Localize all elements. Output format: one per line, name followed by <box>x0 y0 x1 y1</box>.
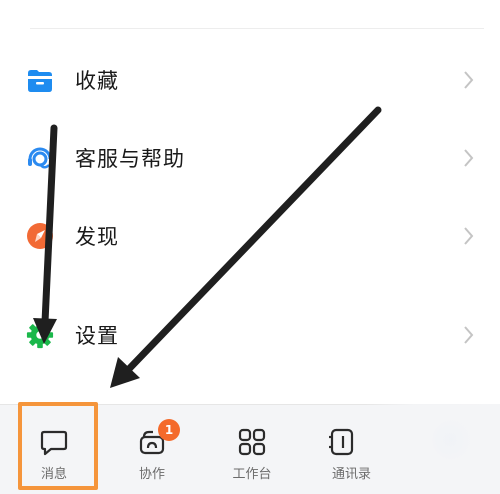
chevron-right-icon <box>464 149 474 167</box>
folder-icon <box>26 66 54 94</box>
menu-item-favorites[interactable]: 收藏 <box>0 50 500 110</box>
tab-contacts[interactable]: 通讯录 <box>312 405 372 494</box>
tab-workbench[interactable]: 工作台 <box>212 405 292 494</box>
blur-overlay <box>365 404 500 494</box>
highlight-box <box>18 402 98 490</box>
grid-icon <box>238 428 266 456</box>
compass-icon <box>26 222 54 250</box>
group-divider <box>0 276 500 290</box>
chevron-right-icon <box>464 71 474 89</box>
gear-icon <box>26 321 54 349</box>
tab-collaboration[interactable]: 协作 <box>112 405 192 494</box>
chevron-right-icon <box>464 326 474 344</box>
menu-label: 设置 <box>75 324 119 348</box>
headset-icon <box>26 144 54 172</box>
menu-item-settings[interactable]: 设置 <box>0 305 500 365</box>
tab-label: 协作 <box>138 467 165 482</box>
contacts-icon <box>329 428 354 456</box>
chevron-right-icon <box>464 227 474 245</box>
menu-item-discover[interactable]: 发现 <box>0 206 500 266</box>
tab-label: 工作台 <box>232 467 272 482</box>
menu-label: 客服与帮助 <box>75 147 185 171</box>
notification-badge: 1 <box>158 419 180 441</box>
menu-label: 发现 <box>75 225 119 249</box>
menu-label: 收藏 <box>75 69 119 93</box>
menu-item-help[interactable]: 客服与帮助 <box>0 128 500 188</box>
top-divider <box>30 28 484 29</box>
